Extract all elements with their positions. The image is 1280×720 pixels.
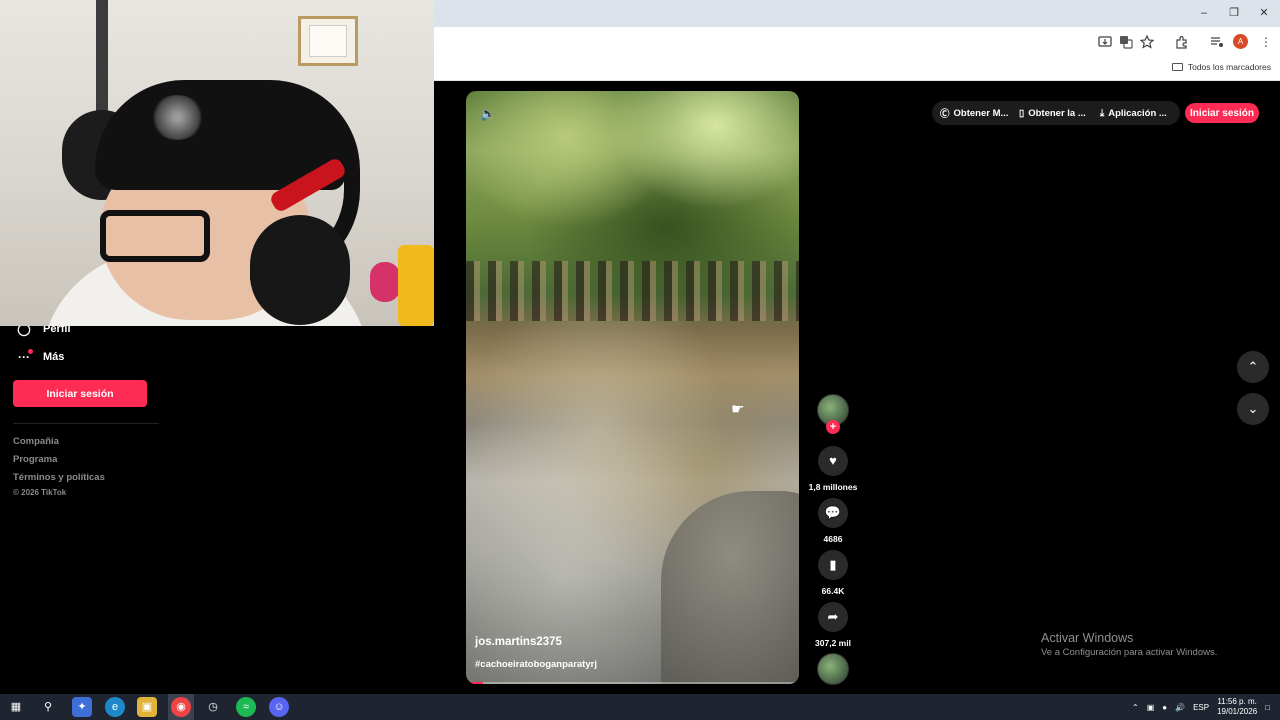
windows-start-icon[interactable]: ▦ [6, 697, 26, 717]
sidebar-item-more[interactable]: ··· Más [17, 349, 65, 364]
divider [13, 423, 159, 424]
sidebar: ◯ Perfil ··· Más Iniciar sesión Compañía… [0, 322, 434, 694]
video-scene-people [466, 261, 799, 321]
video-progress-bar[interactable] [466, 682, 799, 684]
music-disc-avatar[interactable] [817, 653, 849, 685]
pill-label: Obtener la ... [1028, 107, 1086, 119]
sidebar-item-label: Más [43, 351, 65, 363]
more-icon: ··· [17, 349, 33, 364]
share-button[interactable]: ➦ [818, 602, 848, 632]
browser-titlebar: – ❐ ✕ [434, 0, 1280, 27]
folder-icon [1171, 63, 1183, 71]
discord-icon[interactable]: ☺ [269, 697, 289, 717]
browser-toolbar: A ⋮ [434, 27, 1280, 57]
chevron-down-icon: ⌄ [1247, 401, 1259, 416]
footer-link-company[interactable]: Compañía [13, 436, 59, 447]
video-player[interactable]: 🔈 jos.martins2375 #cachoeiratoboganparat… [466, 91, 799, 684]
webcam-overlay [0, 0, 434, 326]
bookmark-star-icon[interactable] [1140, 35, 1154, 49]
spotify-icon[interactable]: ≈ [236, 697, 256, 717]
translate-icon[interactable] [1119, 35, 1133, 49]
heart-icon: ♥ [829, 453, 837, 468]
chevron-up-icon: ⌃ [1247, 359, 1259, 374]
media-queue-icon[interactable] [1210, 35, 1224, 49]
windows-activation-watermark: Activar Windows Ve a Configuración para … [1041, 631, 1217, 658]
bookmarks-bar: Todos los marcadores [434, 57, 1280, 81]
person-glasses [100, 210, 210, 262]
chevron-up-icon[interactable]: ⌃ [1132, 703, 1139, 712]
comment-count: 4686 [823, 534, 843, 544]
language-indicator[interactable]: ESP [1193, 703, 1209, 712]
bookmark-icon: ▮ [829, 557, 837, 572]
get-app-pill[interactable]: ▯ Obtener la ... [1019, 102, 1086, 124]
clock[interactable]: 11:56 p. m. 19/01/2026 [1217, 697, 1257, 717]
extensions-icon[interactable] [1175, 35, 1189, 49]
speedometer-icon[interactable]: ◷ [203, 697, 223, 717]
chrome-icon[interactable]: ◉ [171, 697, 191, 717]
pill-label: Aplicación ... [1108, 107, 1167, 119]
file-explorer-icon[interactable]: ▣ [137, 697, 157, 717]
comment-button[interactable]: 💬 [818, 498, 848, 528]
taskbar: ▦ ⚲ ✦ e ▣ ◉ ◷ ≈ ☺ ⌃ ▣ ● 🔊 ESP 11:56 p. m… [0, 694, 1280, 720]
watermark-subtitle: Ve a Configuración para activar Windows. [1041, 647, 1218, 658]
comment-icon: 💬 [824, 505, 842, 520]
minimize-icon[interactable]: – [1196, 5, 1212, 21]
browser-menu-icon[interactable]: ⋮ [1258, 34, 1274, 50]
search-icon[interactable]: ⚲ [38, 697, 58, 717]
video-hashtag[interactable]: #cachoeiratoboganparatyrj [475, 659, 597, 670]
download-icon: ⤓ [1100, 107, 1105, 119]
phone-icon: ▯ [1019, 107, 1025, 119]
toy-yellow [398, 245, 434, 326]
profile-avatar[interactable]: A [1233, 34, 1248, 49]
network-icon[interactable]: ▣ [1147, 703, 1155, 712]
edge-icon[interactable]: e [105, 697, 125, 717]
pill-label: Obtener M... [953, 107, 1009, 119]
all-bookmarks-label: Todos los marcadores [1187, 62, 1271, 72]
wall-certificate [298, 16, 358, 66]
video-progress-fill [466, 682, 483, 684]
watermark-title: Activar Windows [1041, 631, 1134, 645]
guitar-neck [96, 0, 108, 120]
get-coins-pill[interactable]: Ⓒ Obtener M... [940, 102, 1008, 124]
footer-link-program[interactable]: Programa [13, 454, 57, 465]
save-count: 66.4K [821, 586, 845, 596]
video-username[interactable]: jos.martins2375 [475, 636, 562, 648]
previous-video-button[interactable]: ⌃ [1237, 351, 1269, 383]
like-count: 1,8 millones [808, 482, 858, 492]
copyright: © 2026 TikTok [13, 488, 67, 497]
footer-link-terms[interactable]: Términos y políticas [13, 472, 105, 483]
screen: – ❐ ✕ A ⋮ Todos los marcadores ◯ Perfil … [0, 0, 1280, 720]
all-bookmarks[interactable]: Todos los marcadores [1171, 62, 1271, 72]
share-count: 307,2 mil [815, 638, 851, 648]
restore-icon[interactable]: ❐ [1226, 5, 1242, 21]
next-video-button[interactable]: ⌄ [1237, 393, 1269, 425]
notification-icon[interactable]: □ [1265, 703, 1270, 712]
coin-icon: Ⓒ [940, 109, 950, 120]
install-app-icon[interactable] [1098, 35, 1112, 49]
sidebar-login-button[interactable]: Iniciar sesión [13, 380, 147, 407]
cap-logo [150, 95, 205, 140]
follow-plus-icon[interactable]: + [826, 420, 840, 434]
system-tray: ⌃ ▣ ● 🔊 ESP 11:56 p. m. 19/01/2026 □ [1132, 694, 1280, 720]
close-icon[interactable]: ✕ [1256, 5, 1272, 21]
microphone-icon[interactable]: ● [1162, 703, 1167, 712]
like-button[interactable]: ♥ [818, 446, 848, 476]
desktop-app-pill[interactable]: ⤓ Aplicación ... [1100, 102, 1167, 124]
notification-dot [28, 349, 33, 354]
clock-date: 19/01/2026 [1217, 707, 1258, 716]
headphones-earcup [250, 215, 350, 325]
mouse-cursor-icon: ☛ [731, 401, 745, 418]
toy [370, 262, 400, 302]
copilot-icon[interactable]: ✦ [72, 697, 92, 717]
header-login-button[interactable]: Iniciar sesión [1185, 103, 1259, 123]
clock-time: 11:56 p. m. [1217, 697, 1257, 706]
volume-icon[interactable]: 🔊 [1175, 703, 1185, 712]
save-button[interactable]: ▮ [818, 550, 848, 580]
share-icon: ➦ [827, 609, 839, 624]
volume-icon[interactable]: 🔈 [480, 106, 496, 122]
